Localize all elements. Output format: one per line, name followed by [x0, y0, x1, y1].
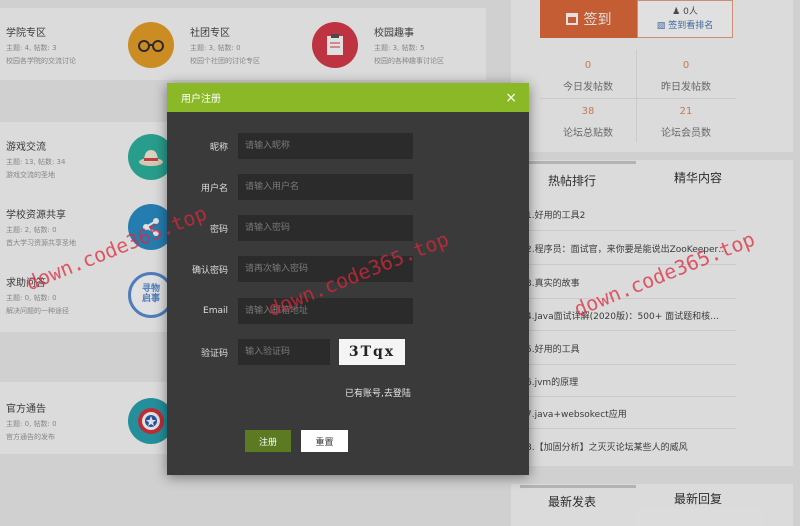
form-row-nickname: 昵称 [167, 133, 413, 159]
email-input[interactable] [238, 298, 413, 324]
form-row-username: 用户名 [167, 174, 413, 200]
captcha-label: 验证码 [200, 348, 228, 359]
close-icon[interactable]: × [505, 91, 517, 105]
form-row-captcha: 验证码 3Tqx [167, 339, 405, 365]
form-row-password: 密码 [167, 215, 413, 241]
email-label: Email [203, 306, 228, 316]
reset-button[interactable]: 重置 [301, 430, 348, 452]
captcha-input[interactable] [238, 339, 330, 365]
form-row-confirm-password: 确认密码 [167, 256, 413, 282]
login-link[interactable]: 已有账号,去登陆 [345, 386, 411, 399]
captcha-image[interactable]: 3Tqx [339, 339, 405, 365]
dialog-title: 用户注册 [181, 94, 221, 105]
username-input[interactable] [238, 174, 413, 200]
register-button[interactable]: 注册 [245, 430, 291, 452]
register-dialog: 用户注册 × 昵称 用户名 密码 确认密码 Email 验证码 3Tqx 已有账… [167, 83, 529, 475]
nickname-input[interactable] [238, 133, 413, 159]
nickname-label: 昵称 [209, 142, 228, 153]
confirm-password-label: 确认密码 [191, 265, 228, 276]
confirm-password-input[interactable] [238, 256, 413, 282]
username-label: 用户名 [200, 183, 228, 194]
password-input[interactable] [238, 215, 413, 241]
form-row-email: Email [167, 298, 413, 324]
dialog-header: 用户注册 × [167, 83, 529, 112]
password-label: 密码 [209, 224, 228, 235]
